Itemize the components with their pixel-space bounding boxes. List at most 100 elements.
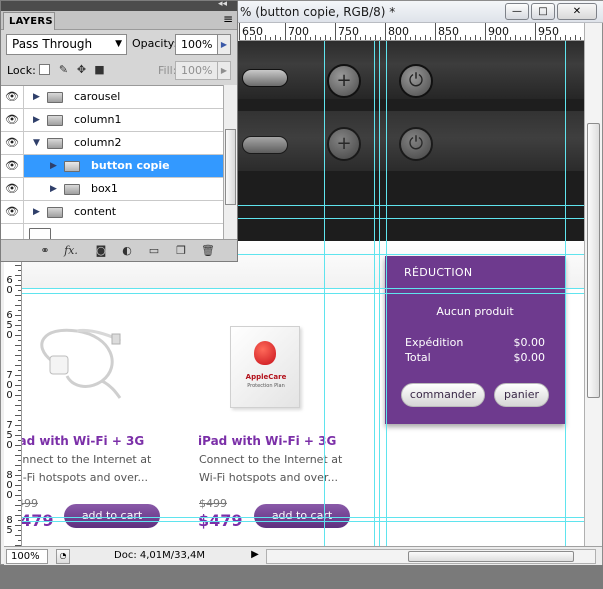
eye-icon[interactable]: 👁 <box>1 132 24 154</box>
ruler-minor-tick <box>500 37 501 40</box>
ruler-minor-tick <box>340 37 341 40</box>
layer-name: column1 <box>74 113 122 126</box>
layer-row-partial[interactable] <box>1 224 223 239</box>
close-button[interactable]: ✕ <box>557 3 597 20</box>
product-title[interactable]: Pad with Wi-Fi + 3G <box>22 434 144 448</box>
ruler-minor-tick <box>250 37 251 40</box>
horizontal-ruler[interactable]: 650 700 750 800 850 900 950 <box>239 23 584 41</box>
guide-horizontal[interactable] <box>22 517 584 518</box>
ruler-minor-tick <box>15 435 21 436</box>
delete-layer-icon[interactable]: 🗑 <box>200 243 216 258</box>
ruler-minor-tick <box>295 35 296 40</box>
ruler-minor-tick <box>330 37 331 40</box>
ruler-minor-tick <box>15 535 21 536</box>
layers-panel: ◂◂ LAYERS ≡ Pass Through ▼ Opacity: 100%… <box>0 0 238 262</box>
ruler-minor-tick <box>18 410 21 411</box>
fill-slider-arrow-icon[interactable]: ▶ <box>217 62 230 79</box>
status-bar: 100% ◔ Doc: 4,01M/33,4M ▶ <box>4 546 602 565</box>
layer-row-column2[interactable]: 👁 ▼ column2 <box>1 132 223 155</box>
new-layer-icon[interactable]: ❐ <box>173 243 189 258</box>
triangle-right-icon[interactable]: ▶ <box>50 178 60 200</box>
horizontal-scroll-thumb[interactable] <box>408 551 574 562</box>
opacity-slider-arrow-icon[interactable]: ▶ <box>217 35 230 54</box>
eye-icon[interactable] <box>1 224 24 239</box>
ruler-minor-tick <box>315 35 316 40</box>
ruler-label: 0 <box>6 390 13 401</box>
add-to-cart-button[interactable]: add to cart <box>64 504 160 528</box>
opacity-field[interactable]: 100% ▶ <box>175 34 231 55</box>
triangle-right-icon[interactable]: ▶ <box>33 86 43 108</box>
lock-transparent-pixels-icon[interactable] <box>39 64 50 75</box>
layer-row-button-copie[interactable]: 👁 ▶ button copie <box>1 155 223 178</box>
ruler-minor-tick <box>395 35 396 40</box>
triangle-right-icon[interactable]: ▶ <box>50 155 60 177</box>
add-to-cart-button[interactable]: add to cart <box>254 504 350 528</box>
tab-layers[interactable]: LAYERS <box>3 12 55 30</box>
layer-row-carousel[interactable]: 👁 ▶ carousel <box>1 86 223 109</box>
eye-icon[interactable]: 👁 <box>1 109 24 131</box>
product-title[interactable]: iPad with Wi-Fi + 3G <box>198 434 336 448</box>
panel-grip-bar[interactable]: ◂◂ <box>1 0 237 11</box>
ruler-minor-tick <box>405 35 406 40</box>
vertical-scrollbar[interactable] <box>584 23 602 546</box>
ruler-minor-tick <box>18 460 21 461</box>
folder-icon <box>47 138 63 149</box>
link-layers-icon[interactable]: ⚭ <box>37 243 53 258</box>
triangle-right-icon[interactable]: ▶ <box>33 201 43 223</box>
triangle-down-icon[interactable]: ▼ <box>33 132 43 154</box>
panel-menu-icon[interactable]: ≡ <box>223 12 233 26</box>
layer-mask-icon[interactable]: ◙ <box>93 243 109 258</box>
fill-value: 100% <box>181 64 213 77</box>
fx-icon[interactable]: fx. <box>63 243 79 258</box>
minimize-button[interactable]: — <box>505 3 529 20</box>
adjustment-layer-icon[interactable]: ◐ <box>119 243 135 258</box>
layers-scrollbar[interactable] <box>223 85 237 239</box>
ruler-minor-tick <box>18 330 21 331</box>
device-button-top <box>242 69 288 87</box>
layer-row-column1[interactable]: 👁 ▶ column1 <box>1 109 223 132</box>
eye-icon[interactable]: 👁 <box>1 155 24 177</box>
ruler-minor-tick <box>18 520 21 521</box>
lock-image-pixels-icon[interactable]: ✎ <box>57 63 70 76</box>
layer-row-box1[interactable]: 👁 ▶ box1 <box>1 178 223 201</box>
ruler-minor-tick <box>18 540 21 541</box>
fill-field[interactable]: 100% ▶ <box>175 61 231 80</box>
ruler-minor-tick <box>510 37 511 40</box>
layers-scroll-thumb[interactable] <box>225 129 236 205</box>
status-arrow-icon[interactable]: ▶ <box>248 549 262 564</box>
eye-icon[interactable]: 👁 <box>1 86 24 108</box>
status-menu-icon[interactable]: ◔ <box>56 549 70 564</box>
guide-horizontal[interactable] <box>22 288 584 289</box>
apple-logo-icon <box>254 341 276 365</box>
horizontal-scrollbar[interactable] <box>266 549 596 564</box>
order-button[interactable]: commander <box>401 383 485 407</box>
ruler-minor-tick <box>15 285 21 286</box>
eye-icon[interactable]: 👁 <box>1 201 24 223</box>
basket-button[interactable]: panier <box>494 383 549 407</box>
guide-horizontal[interactable] <box>22 293 584 294</box>
triangle-right-icon[interactable]: ▶ <box>33 109 43 131</box>
ruler-minor-tick <box>360 37 361 40</box>
eye-icon[interactable]: 👁 <box>1 178 24 200</box>
lock-position-icon[interactable]: ✥ <box>75 63 88 76</box>
layer-row-content[interactable]: 👁 ▶ content <box>1 201 223 224</box>
ruler-minor-tick <box>410 37 411 40</box>
ruler-minor-tick <box>15 455 21 456</box>
ruler-minor-tick <box>15 515 21 516</box>
lock-all-icon[interactable]: ■ <box>93 63 106 76</box>
collapse-panel-icon[interactable]: ◂◂ <box>218 0 227 9</box>
vertical-scroll-thumb[interactable] <box>587 123 600 398</box>
ruler-minor-tick <box>575 35 576 40</box>
ruler-minor-tick <box>15 445 21 446</box>
ruler-minor-tick <box>15 485 21 486</box>
guide-horizontal[interactable] <box>22 521 584 522</box>
folder-icon <box>47 115 63 126</box>
new-group-icon[interactable]: ▭ <box>146 243 162 258</box>
ruler-minor-tick <box>320 37 321 40</box>
cart-row-label: Expédition <box>405 336 464 349</box>
zoom-field[interactable]: 100% <box>6 549 48 564</box>
blend-mode-select[interactable]: Pass Through ▼ <box>6 34 127 55</box>
maximize-button[interactable]: □ <box>531 3 555 20</box>
layers-footer: ⚭ fx. ◙ ◐ ▭ ❐ 🗑 <box>1 239 237 261</box>
ruler-minor-tick <box>15 325 21 326</box>
